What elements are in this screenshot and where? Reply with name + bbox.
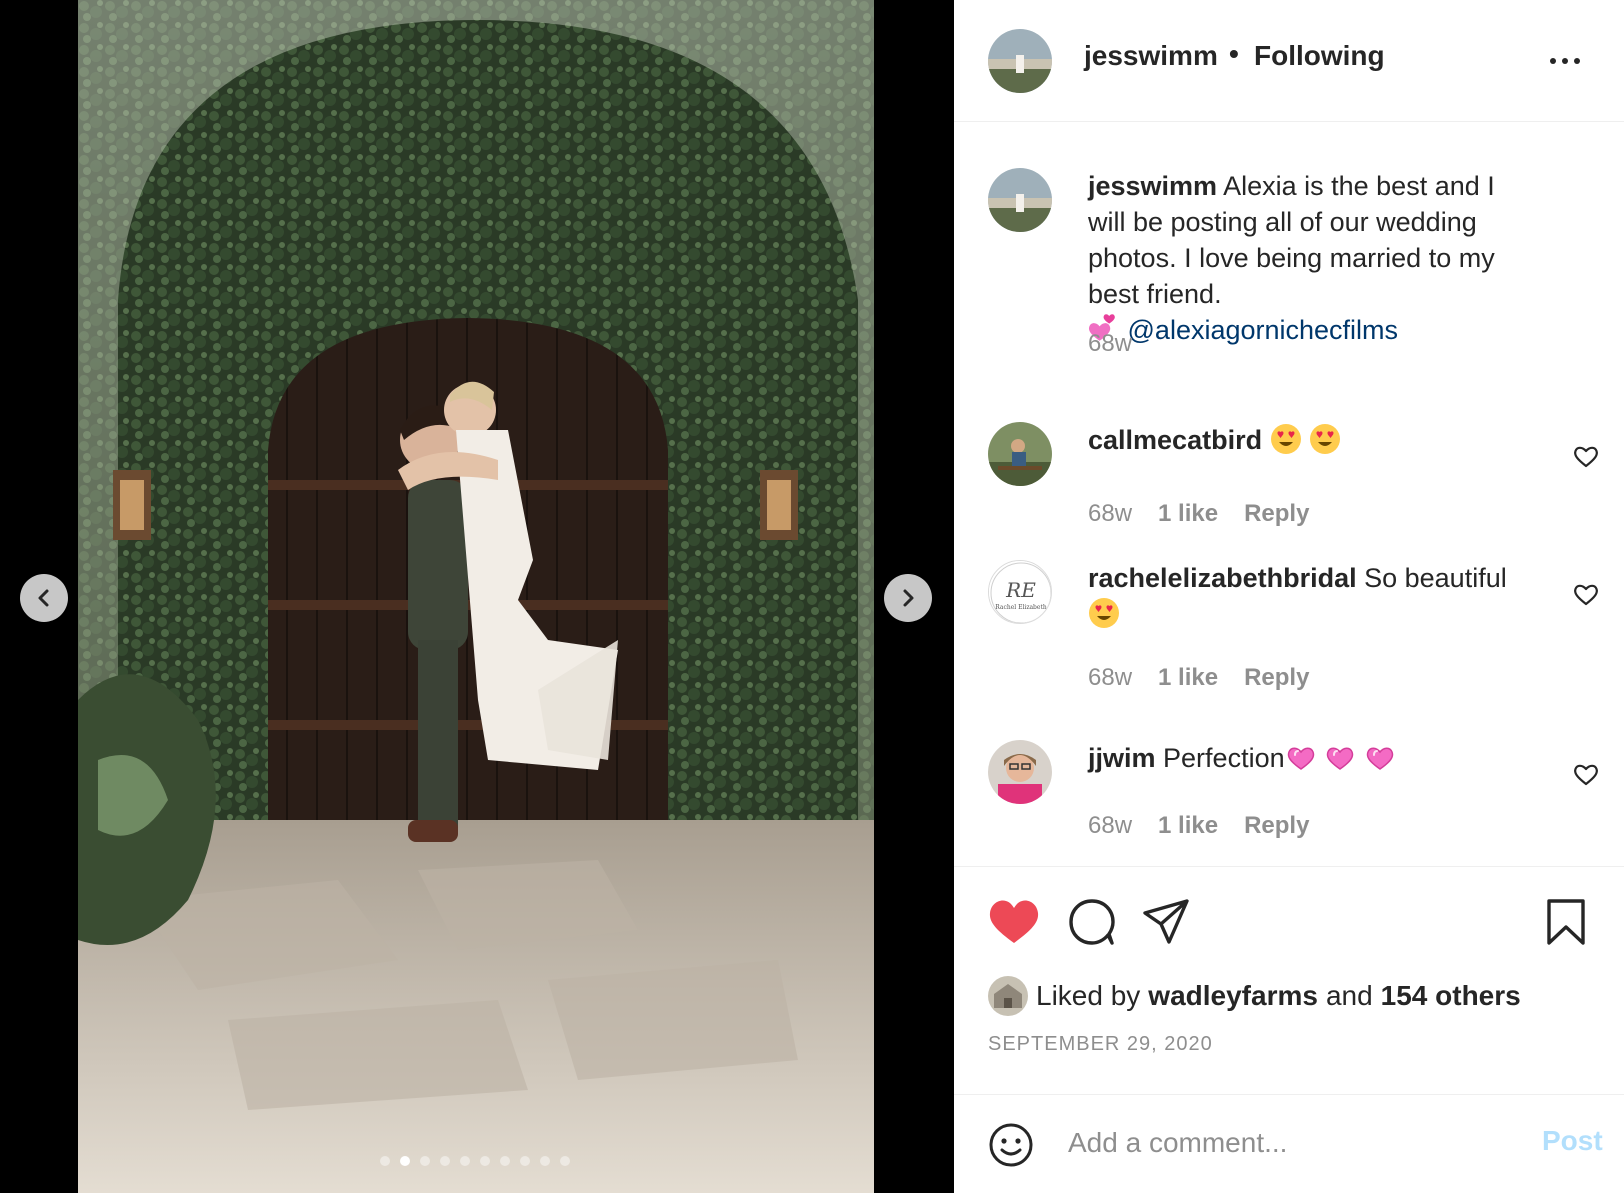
pink-heart-emoji: [1287, 747, 1314, 770]
bookmark-icon: [1547, 899, 1585, 945]
reply-button[interactable]: Reply: [1244, 664, 1309, 692]
carousel-dot: [560, 1156, 570, 1166]
comment-username[interactable]: callmecatbird: [1088, 425, 1262, 455]
heart-eyes-emoji: [1270, 424, 1301, 454]
avatar-logo-text: RE: [1005, 578, 1036, 602]
commenter-avatar[interactable]: [988, 740, 1052, 804]
author-avatar-image: [988, 29, 1052, 93]
wedding-photo: [78, 0, 874, 1193]
carousel-dot: [380, 1156, 390, 1166]
chevron-right-icon: [903, 589, 914, 607]
comment-likes[interactable]: 1 like: [1158, 812, 1218, 840]
save-button[interactable]: [1540, 896, 1592, 948]
comment-meta: 68w 1 like Reply: [1088, 500, 1309, 528]
add-comment-bar: Post: [954, 1094, 1624, 1193]
caption-author-avatar[interactable]: [988, 168, 1052, 232]
comment-meta: 68w 1 like Reply: [1088, 812, 1309, 840]
liked-by-prefix: Liked by: [1036, 980, 1141, 1011]
commenter-avatar-image: [988, 422, 1052, 486]
comment-text-block: jjwim Perfection: [1088, 740, 1518, 776]
caption-username[interactable]: jesswimm: [1088, 171, 1217, 201]
share-icon: [1143, 899, 1189, 944]
chevron-left-icon: [38, 589, 49, 607]
like-comment-heart-icon[interactable]: [1572, 442, 1600, 470]
commenter-avatar[interactable]: [988, 422, 1052, 486]
pink-heart-emoji: [1366, 747, 1393, 770]
carousel-dot: [440, 1156, 450, 1166]
heart-icon: [989, 900, 1039, 943]
post-date[interactable]: SEPTEMBER 29, 2020: [988, 1033, 1213, 1056]
heart-eyes-emoji: [1310, 424, 1341, 454]
next-photo-button[interactable]: [884, 574, 932, 622]
comments-divider: [954, 866, 1624, 867]
post-media: [0, 0, 954, 1193]
carousel-dot: [480, 1156, 490, 1166]
carousel-indicator: [380, 1156, 570, 1166]
previous-photo-button[interactable]: [20, 574, 68, 622]
comment-likes[interactable]: 1 like: [1158, 664, 1218, 692]
author-avatar[interactable]: [988, 29, 1052, 93]
more-icon: [1550, 58, 1556, 64]
following-button[interactable]: Following: [1254, 40, 1385, 72]
comment-time[interactable]: 68w: [1088, 812, 1132, 840]
caption-text-block: jesswimm Alexia is the best and I will b…: [1088, 168, 1518, 348]
comment-time[interactable]: 68w: [1088, 664, 1132, 692]
likes-summary: Liked by wadleyfarms and 154 others: [988, 976, 1521, 1016]
carousel-dot: [420, 1156, 430, 1166]
comment-text-block: rachelelizabethbridal So beautiful: [1088, 560, 1518, 632]
caption-mention-link[interactable]: @alexiagornichecfilms: [1128, 315, 1399, 345]
like-comment-heart-icon[interactable]: [1572, 580, 1600, 608]
separator-dot: •: [1229, 38, 1239, 69]
commenter-avatar-image: [988, 740, 1052, 804]
liker-avatar[interactable]: [988, 976, 1028, 1016]
comment-meta: 68w 1 like Reply: [1088, 664, 1309, 692]
pink-heart-emoji: [1326, 747, 1354, 770]
more-options-button[interactable]: [1550, 46, 1590, 76]
carousel-dot: [520, 1156, 530, 1166]
liked-by-and: and: [1325, 980, 1373, 1011]
carousel-dot: [540, 1156, 550, 1166]
comment-likes[interactable]: 1 like: [1158, 500, 1218, 528]
carousel-dot: [400, 1156, 410, 1166]
author-username[interactable]: jesswimm: [1084, 40, 1218, 72]
commenter-avatar-image: RE Rachel Elizabeth: [989, 561, 1051, 623]
caption-meta: 68w: [1088, 330, 1132, 358]
carousel-dot: [500, 1156, 510, 1166]
commenter-avatar[interactable]: RE Rachel Elizabeth: [988, 560, 1052, 624]
more-icon-dot: [1574, 58, 1580, 64]
avatar-logo-subtext: Rachel Elizabeth: [995, 604, 1047, 611]
carousel-dot: [460, 1156, 470, 1166]
liked-by-user[interactable]: wadleyfarms: [1148, 980, 1318, 1012]
liked-by-others[interactable]: 154 others: [1381, 980, 1521, 1012]
post-actions-bar: [954, 896, 1624, 952]
caption-time[interactable]: 68w: [1088, 330, 1132, 358]
post-header: jesswimm • Following: [954, 0, 1624, 122]
comment-time[interactable]: 68w: [1088, 500, 1132, 528]
comment-text: Perfection: [1163, 743, 1285, 773]
comment-input[interactable]: [1068, 1123, 1488, 1163]
like-button[interactable]: [988, 896, 1040, 948]
heart-eyes-emoji: [1089, 598, 1119, 628]
share-button[interactable]: [1140, 896, 1192, 948]
caption-avatar-image: [988, 168, 1052, 232]
post-photo[interactable]: [78, 0, 874, 1193]
reply-button[interactable]: Reply: [1244, 500, 1309, 528]
like-comment-heart-icon[interactable]: [1572, 760, 1600, 788]
comment-text-block: callmecatbird: [1088, 422, 1518, 458]
comment-username[interactable]: jjwim: [1088, 743, 1156, 773]
liker-avatar-image: [988, 976, 1028, 1016]
smile-icon[interactable]: [988, 1122, 1034, 1168]
comment-text: So beautiful: [1364, 563, 1507, 593]
post-comment-button[interactable]: Post: [1542, 1125, 1603, 1157]
post-side-panel: jesswimm • Following jesswimm Alexia is …: [954, 0, 1624, 1193]
comment-username[interactable]: rachelelizabethbridal: [1088, 563, 1357, 593]
reply-button[interactable]: Reply: [1244, 812, 1309, 840]
comment-button[interactable]: [1066, 896, 1118, 948]
more-icon-dot: [1562, 58, 1568, 64]
comment-icon: [1069, 899, 1115, 945]
